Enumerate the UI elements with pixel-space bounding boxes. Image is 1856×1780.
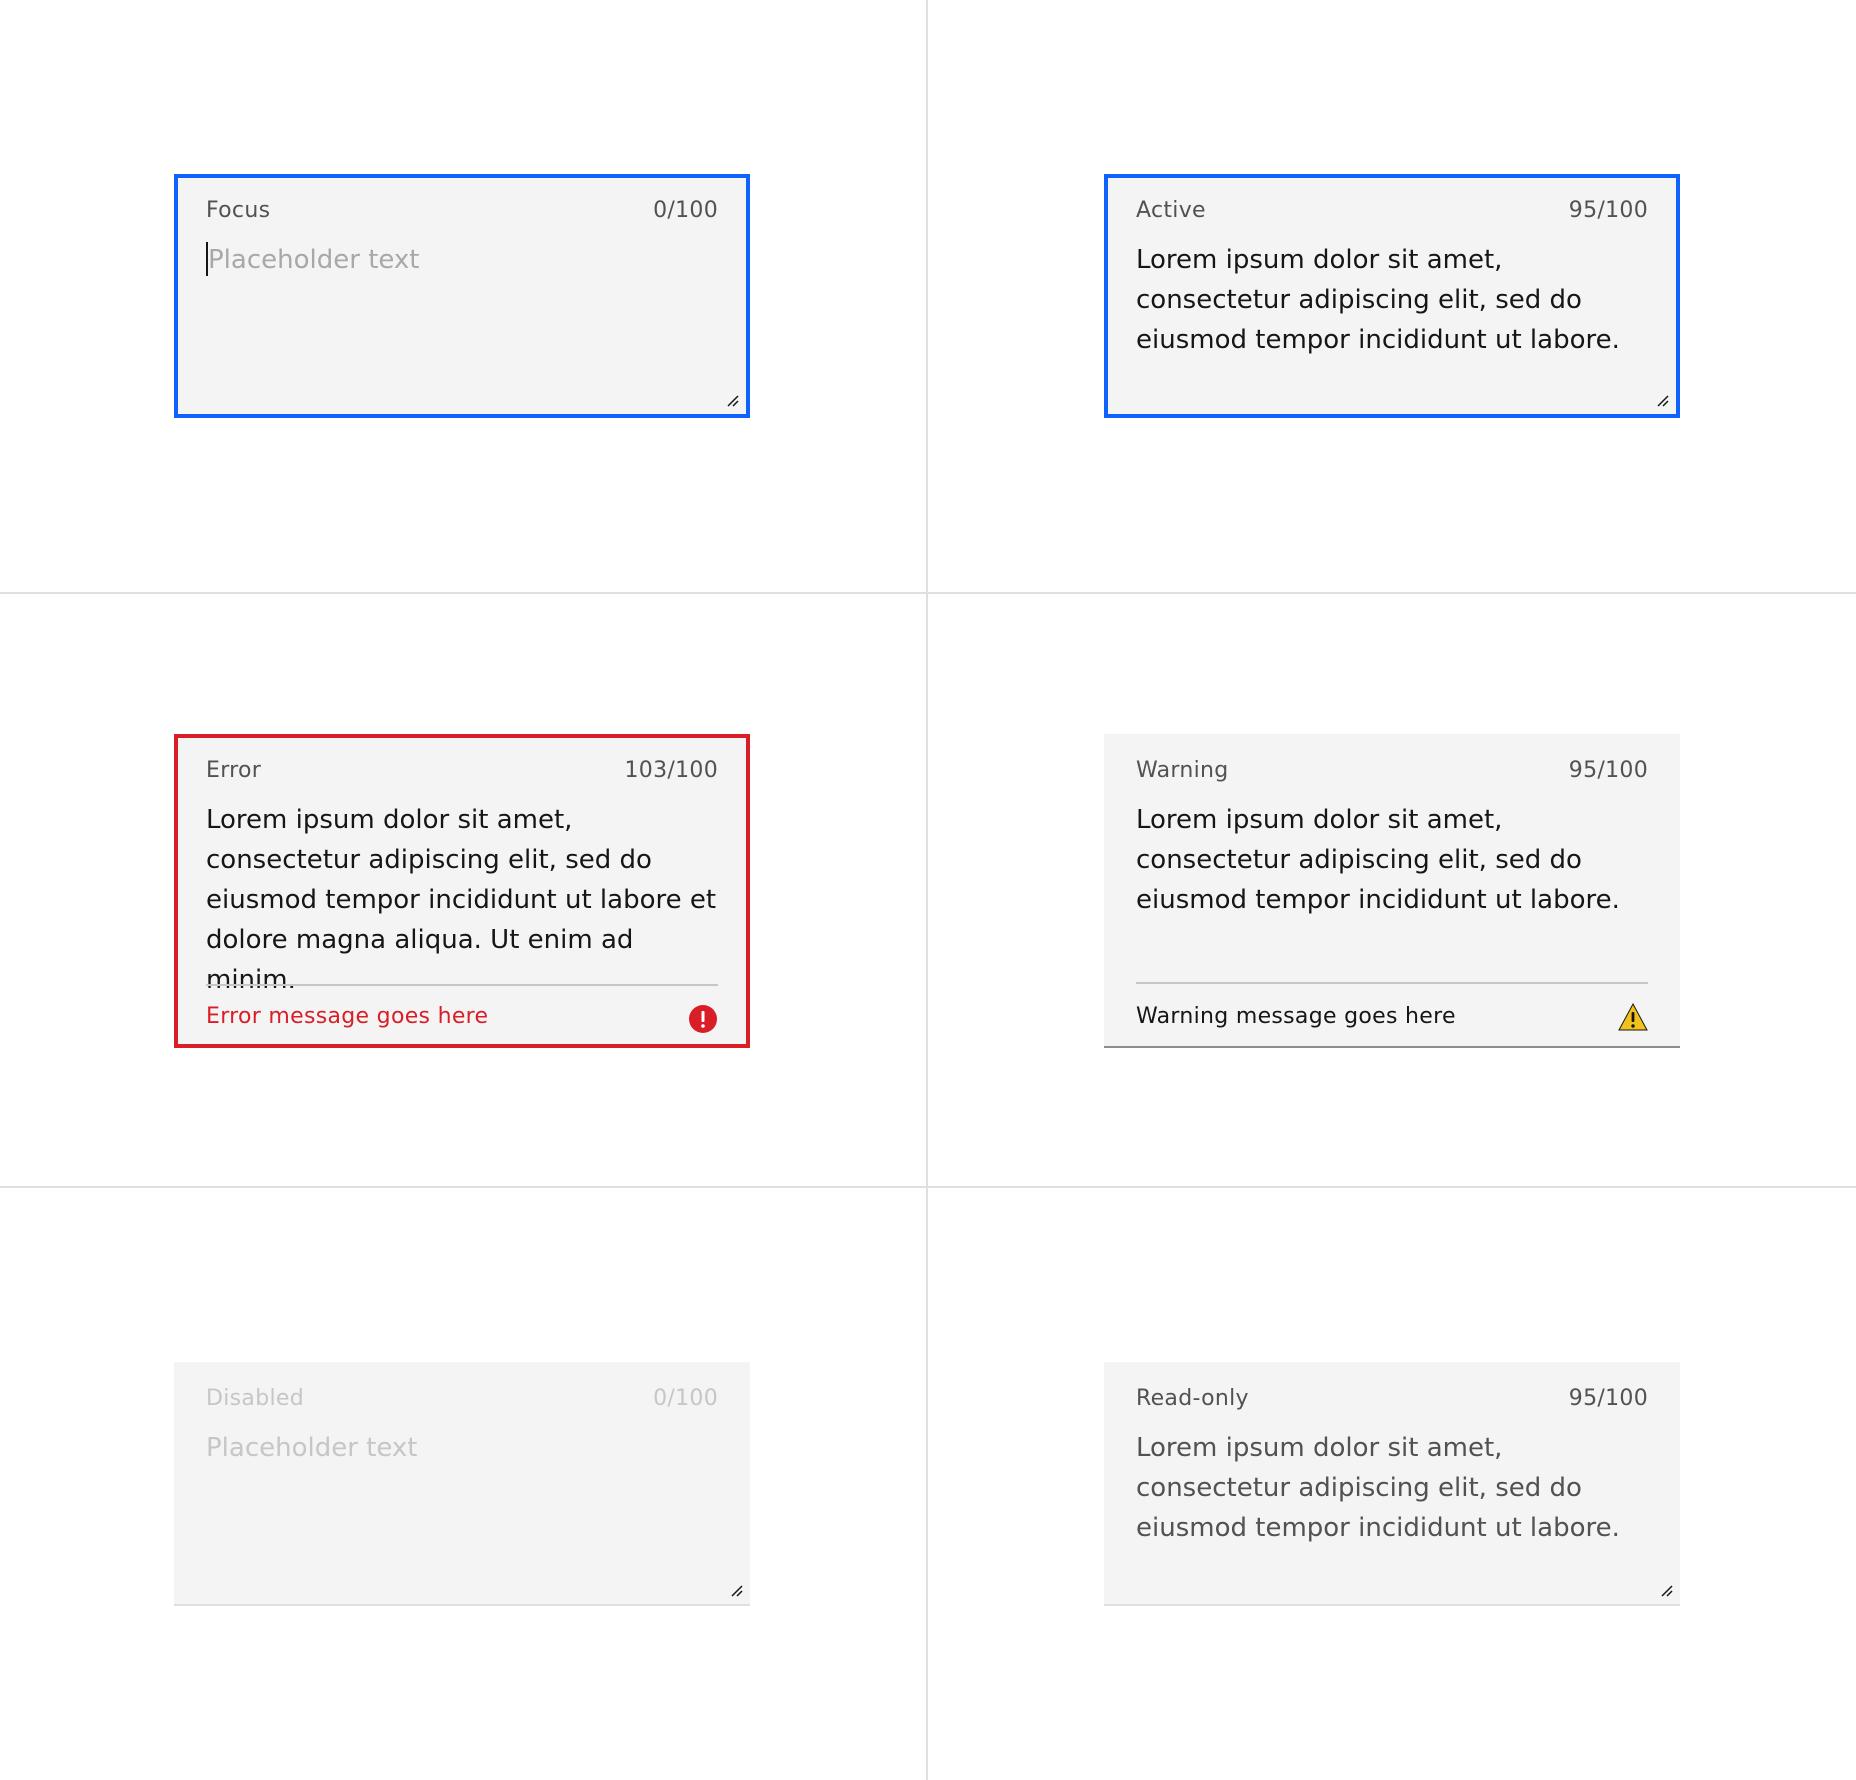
textarea-readonly[interactable]: Read-only 95/100 Lorem ipsum dolor sit a…	[1104, 1362, 1680, 1606]
textarea-label: Read-only	[1136, 1386, 1249, 1411]
textarea-input[interactable]: Lorem ipsum dolor sit amet, consectetur …	[1136, 1428, 1656, 1548]
textarea-label: Focus	[206, 198, 271, 223]
warning-message: Warning message goes here	[1136, 1004, 1456, 1029]
placeholder-text: Placeholder text	[206, 1433, 418, 1463]
textarea-label: Disabled	[206, 1386, 304, 1411]
character-counter: 95/100	[1568, 198, 1648, 223]
character-counter: 0/100	[653, 198, 718, 223]
textarea-error[interactable]: Error 103/100 Lorem ipsum dolor sit amet…	[174, 734, 750, 1048]
textarea-label: Error	[206, 758, 262, 783]
textarea-input[interactable]: Placeholder text	[206, 240, 726, 280]
message-divider	[206, 984, 718, 986]
error-filled-icon	[689, 1005, 717, 1033]
textarea-input[interactable]: Lorem ipsum dolor sit amet, consectetur …	[206, 800, 726, 1000]
textarea-label: Warning	[1136, 758, 1229, 783]
resize-handle-icon[interactable]	[1660, 1584, 1674, 1598]
character-counter: 103/100	[624, 758, 718, 783]
resize-handle-icon	[731, 1585, 743, 1597]
resize-handle-icon[interactable]	[1656, 394, 1670, 408]
placeholder-text: Placeholder text	[208, 245, 420, 275]
character-counter: 95/100	[1568, 758, 1648, 783]
textarea-active[interactable]: Active 95/100 Lorem ipsum dolor sit amet…	[1104, 174, 1680, 418]
grid-divider-horizontal-top	[0, 592, 1856, 594]
textarea-focus[interactable]: Focus 0/100 Placeholder text	[174, 174, 750, 418]
textarea-label: Active	[1136, 198, 1206, 223]
warning-alt-filled-icon	[1618, 1002, 1648, 1031]
message-divider	[1136, 982, 1648, 984]
textarea-input[interactable]: Lorem ipsum dolor sit amet, consectetur …	[1136, 240, 1656, 360]
error-message: Error message goes here	[206, 1004, 489, 1029]
text-cursor	[206, 241, 208, 276]
textarea-warning[interactable]: Warning 95/100 Lorem ipsum dolor sit ame…	[1104, 734, 1680, 1048]
textarea-disabled: Disabled 0/100 Placeholder text	[174, 1362, 750, 1606]
textarea-input[interactable]: Lorem ipsum dolor sit amet, consectetur …	[1136, 800, 1656, 920]
character-counter: 0/100	[653, 1386, 718, 1411]
character-counter: 95/100	[1568, 1386, 1648, 1411]
resize-handle-icon[interactable]	[726, 394, 740, 408]
grid-divider-vertical	[926, 0, 928, 1780]
grid-divider-horizontal-bottom	[0, 1186, 1856, 1188]
